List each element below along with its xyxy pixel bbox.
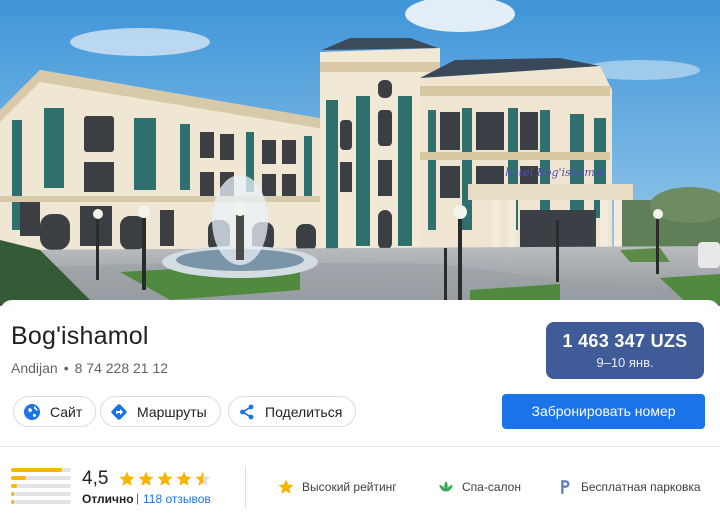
vertical-divider [245, 466, 246, 508]
directions-label: Маршруты [137, 403, 207, 420]
book-room-button[interactable]: Забронировать номер [502, 394, 705, 429]
hotel-info-card: Bog'ishamol Andijan • 8 74 228 21 12 1 463… [0, 300, 720, 520]
hotel-phone[interactable]: 8 74 228 21 12 [75, 360, 168, 376]
rating-bar [11, 476, 71, 480]
rating-bar [11, 484, 71, 488]
share-label: Поделиться [265, 403, 343, 420]
hotel-name: Bog'ishamol [11, 322, 149, 350]
rating-score: 4,5 [82, 468, 109, 489]
star-icon [195, 471, 211, 486]
price-amount: 1 463 347 UZS [562, 331, 688, 351]
rating-distribution[interactable] [11, 468, 71, 508]
meta-separator: • [63, 360, 69, 376]
share-button[interactable]: Поделиться [228, 396, 357, 427]
rating-label: Отлично [82, 492, 134, 506]
rating-stars [118, 470, 213, 488]
parking-icon [556, 478, 574, 496]
rating-bar [11, 500, 71, 504]
hotel-city: Andijan [11, 360, 58, 376]
amenity-label: Спа-салон [462, 480, 521, 494]
amenity-spa: Спа-салон [437, 478, 521, 496]
website-label: Сайт [50, 403, 83, 420]
hotel-photo[interactable]: hotel Bog'ishamol [0, 0, 720, 306]
rating-separator: | [136, 491, 140, 505]
rating-bar [11, 468, 71, 472]
star-icon [176, 471, 192, 486]
amenity-label: Высокий рейтинг [302, 480, 397, 494]
reviews-link[interactable]: 118 отзывов [143, 492, 211, 506]
amenity-label: Бесплатная парковка [581, 480, 701, 494]
price-dates: 9–10 янв. [596, 355, 654, 370]
globe-icon [23, 403, 41, 421]
share-icon [238, 403, 256, 421]
hotel-signage: hotel Bog'ishamol [505, 166, 605, 179]
directions-button[interactable]: Маршруты [100, 396, 221, 427]
star-icon [138, 471, 154, 486]
price-box[interactable]: 1 463 347 UZS 9–10 янв. [546, 322, 704, 379]
star-icon [157, 471, 173, 486]
website-button[interactable]: Сайт [13, 396, 97, 427]
rating-bar [11, 492, 71, 496]
star-icon [277, 478, 295, 496]
directions-icon [110, 403, 128, 421]
amenity-high-rating: Высокий рейтинг [277, 478, 397, 496]
hotel-meta: Andijan • 8 74 228 21 12 [11, 360, 168, 376]
amenity-free-parking: Бесплатная парковка [556, 478, 701, 496]
star-icon [119, 471, 135, 486]
spa-icon [437, 478, 455, 496]
divider [0, 446, 720, 447]
hotel-building-image: hotel Bog'ishamol [0, 0, 720, 306]
